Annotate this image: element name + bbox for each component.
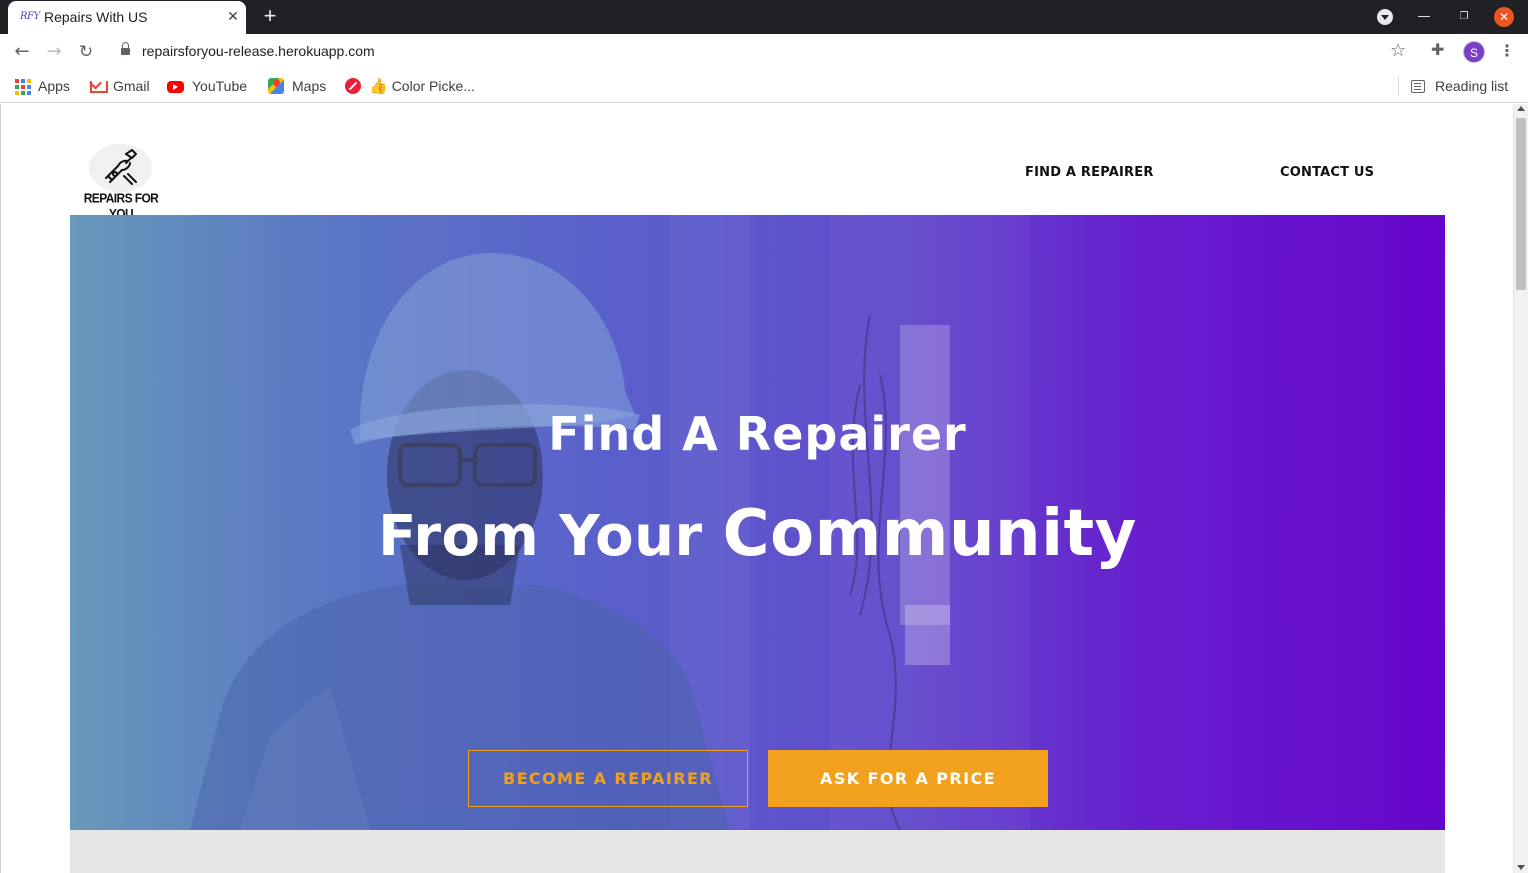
page-scrollbar[interactable] (1513, 104, 1528, 873)
logo-badge (89, 144, 152, 192)
wrench-hand-icon (105, 149, 137, 185)
browser-tab-strip: RFY Repairs With US ✕ + — ❐ ✕ (0, 0, 1528, 34)
tab-title: Repairs With US (44, 9, 148, 25)
bookmarks-bar: Apps Gmail YouTube Maps 👍 Color Picke...… (0, 70, 1528, 103)
profile-avatar[interactable]: S (1463, 41, 1485, 63)
reload-icon[interactable]: ↻ (74, 40, 98, 64)
reading-list-button[interactable]: Reading list (1411, 76, 1508, 96)
scrollbar-thumb[interactable] (1516, 118, 1526, 290)
window-minimize-button[interactable]: — (1413, 6, 1435, 28)
hero-title-prefix: From Your (378, 504, 703, 569)
bookmark-gmail[interactable]: Gmail (89, 76, 150, 96)
tab-search-icon[interactable] (1377, 9, 1393, 25)
bookmark-apps[interactable]: Apps (14, 76, 70, 96)
bookmark-maps[interactable]: Maps (268, 76, 326, 96)
scroll-down-arrow-icon[interactable] (1517, 865, 1525, 870)
bookmarks-divider (1398, 76, 1399, 96)
bookmark-label: Maps (292, 78, 327, 94)
bookmark-color-picker[interactable]: 👍 Color Picke... (345, 76, 475, 96)
window-restore-button[interactable]: ❐ (1453, 6, 1475, 28)
ask-for-a-price-button[interactable]: ASK FOR A PRICE (768, 750, 1048, 807)
site-logo[interactable]: REPAIRS FOR YOU (78, 144, 164, 221)
bookmark-label: Apps (38, 78, 70, 94)
scroll-up-arrow-icon[interactable] (1517, 106, 1525, 111)
bookmark-star-icon[interactable]: ☆ (1390, 40, 1406, 61)
hero-title-line1: Find A Repairer (548, 407, 967, 461)
nav-contact-us[interactable]: CONTACT US (1280, 165, 1374, 180)
address-bar[interactable]: repairsforyou-release.herokuapp.com (106, 37, 1422, 67)
reading-list-label: Reading list (1435, 78, 1509, 94)
hero-title-emphasis: Community (722, 497, 1137, 571)
hero-title-line2: From Your Community (70, 497, 1445, 571)
nav-find-a-repairer[interactable]: FIND A REPAIRER (1025, 165, 1154, 180)
new-tab-button[interactable]: + (258, 5, 282, 29)
gmail-icon (89, 78, 108, 94)
next-section (70, 830, 1445, 873)
back-arrow-icon[interactable]: ← (10, 40, 34, 64)
bookmark-label: YouTube (192, 78, 248, 94)
window-close-button[interactable]: ✕ (1494, 7, 1514, 27)
become-a-repairer-button[interactable]: BECOME A REPAIRER (468, 750, 748, 807)
bookmark-youtube[interactable]: YouTube (167, 76, 247, 96)
lock-icon[interactable] (121, 42, 130, 57)
youtube-icon (167, 81, 184, 93)
color-picker-icon (345, 78, 361, 94)
hero-banner: Find A Repairer From Your Community BECO… (70, 215, 1445, 830)
thumbs-up-icon: 👍 (369, 78, 388, 95)
extensions-puzzle-icon[interactable]: ✚ (1431, 40, 1444, 59)
browser-menu-icon[interactable]: ⋮ (1499, 41, 1515, 60)
url-text[interactable]: repairsforyou-release.herokuapp.com (142, 43, 375, 59)
bookmark-label: Gmail (113, 78, 150, 94)
browser-toolbar: ← → ↻ repairsforyou-release.herokuapp.co… (0, 34, 1528, 70)
forward-arrow-icon[interactable]: → (42, 40, 66, 64)
site-favicon-icon: RFY (20, 11, 40, 22)
page-viewport: REPAIRS FOR YOU FIND A REPAIRER CONTACT … (0, 104, 1528, 873)
reading-list-icon (1411, 79, 1425, 93)
apps-grid-icon (14, 78, 31, 95)
maps-icon (268, 78, 284, 94)
tab-close-icon[interactable]: ✕ (224, 8, 242, 26)
browser-tab[interactable]: RFY Repairs With US ✕ (8, 1, 246, 34)
bookmark-label: Color Picke... (391, 78, 475, 94)
